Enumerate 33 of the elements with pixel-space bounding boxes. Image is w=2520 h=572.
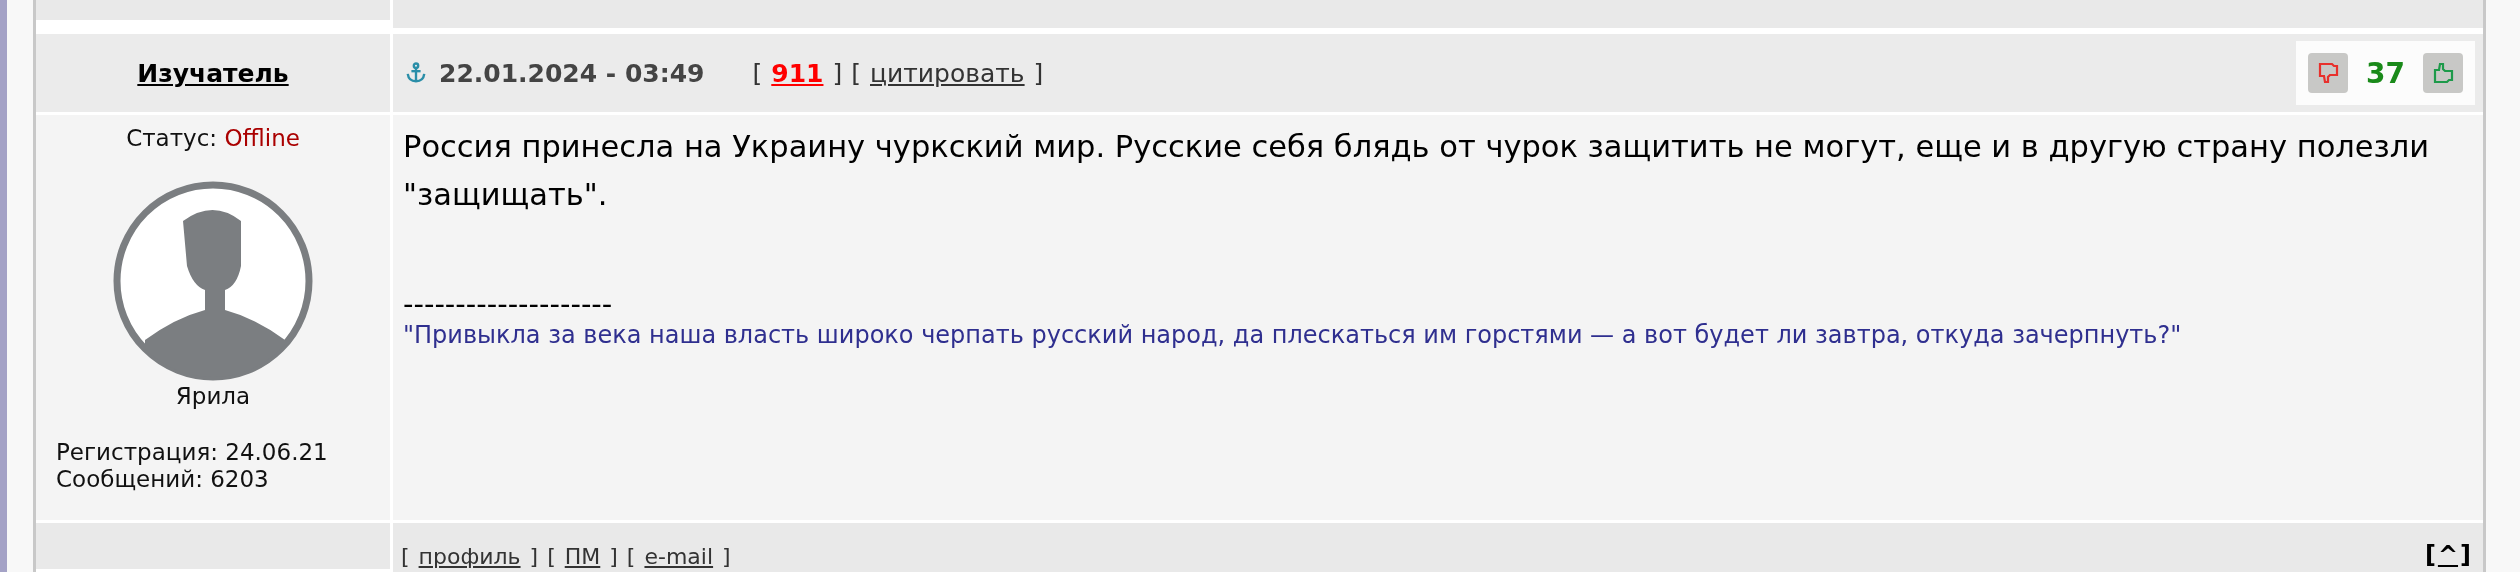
signature: "Привыкла за века наша власть широко черпать русский народ, да плескаться им горстями — а вот будет ли завтра, откуда зачерпнуть?" bbox=[403, 321, 2183, 349]
status-value: Offline bbox=[224, 125, 300, 151]
bracket: ] bbox=[609, 544, 618, 569]
footer-link[interactable]: ПМ bbox=[564, 544, 601, 569]
bracket: [ bbox=[401, 544, 410, 569]
message-count: Сообщений: 6203 bbox=[56, 466, 270, 493]
signature-rule: -------------------- bbox=[403, 289, 614, 319]
bracket: [ bbox=[626, 544, 636, 569]
bracket: ] bbox=[832, 58, 843, 88]
thumbs-down-icon bbox=[2316, 61, 2341, 85]
bracket: ] bbox=[2460, 541, 2471, 569]
like-button[interactable] bbox=[2423, 53, 2463, 93]
bracket: [ bbox=[2424, 541, 2436, 569]
author-name[interactable]: Изучатель bbox=[137, 58, 289, 88]
footer-link[interactable]: e-mail bbox=[644, 544, 714, 569]
registration-date: Регистрация: 24.06.21 bbox=[56, 439, 328, 466]
dislike-button[interactable] bbox=[2308, 53, 2349, 93]
bracket: [ bbox=[752, 58, 763, 88]
rating-count: 37 bbox=[2366, 56, 2405, 90]
bracket: ] bbox=[529, 544, 539, 569]
bracket: [ bbox=[547, 544, 556, 569]
avatar-caption: Ярила bbox=[175, 383, 251, 409]
bracket: ] bbox=[722, 544, 731, 569]
post-date: 22.01.2024 - 03:49 bbox=[439, 58, 705, 88]
bracket: [ bbox=[851, 58, 861, 88]
thumbs-up-icon bbox=[2431, 61, 2455, 85]
post-text: Россия принесла на Украину чуркский мир. Русские себя блядь от чурок защитить не могут, еще и в другую страну полезли "защищать". bbox=[403, 128, 2431, 214]
anchor-icon[interactable] bbox=[405, 61, 427, 85]
quote-link[interactable]: цитировать bbox=[870, 58, 1025, 88]
footer-link[interactable]: профиль bbox=[418, 544, 521, 569]
bracket: ] bbox=[1033, 58, 1044, 88]
status-label: Статус: bbox=[126, 125, 218, 151]
top-link[interactable]: ^ bbox=[2435, 541, 2461, 569]
